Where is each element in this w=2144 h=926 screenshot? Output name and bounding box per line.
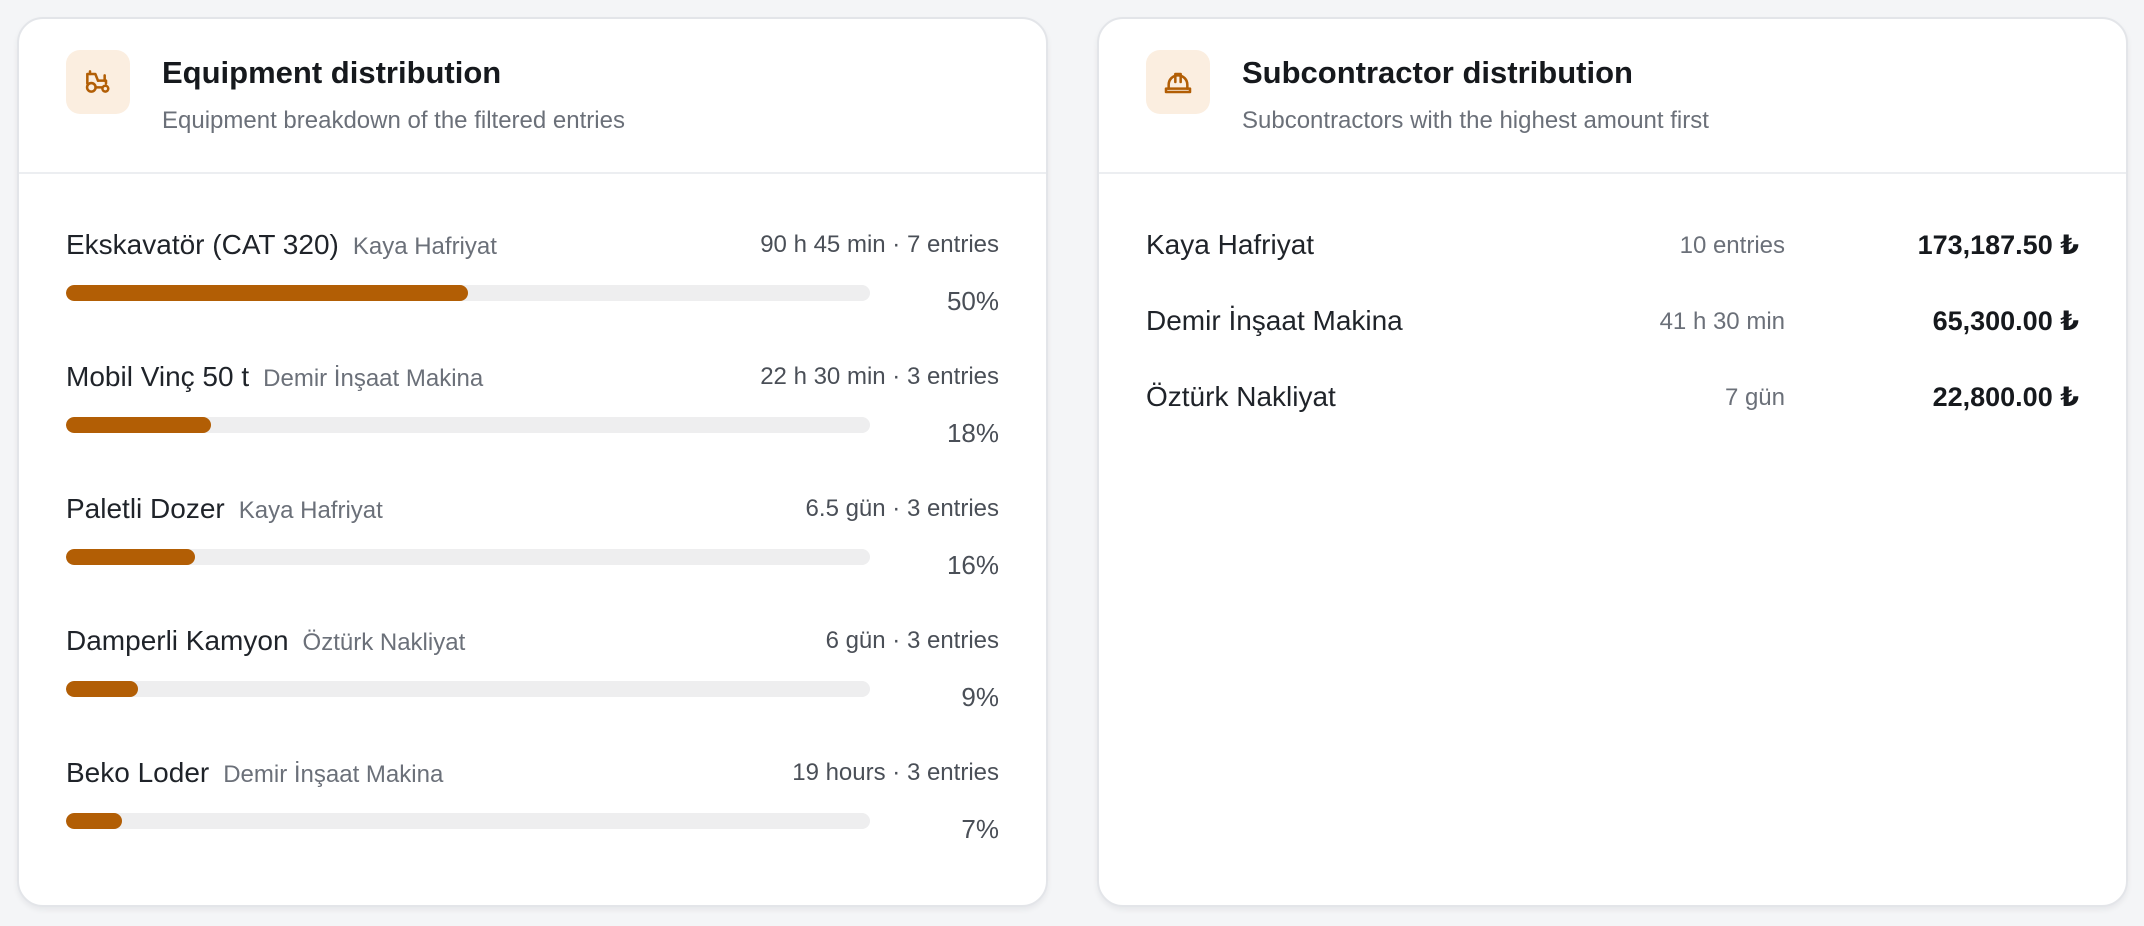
equipment-row: Mobil Vinç 50 t Demir İnşaat Makina 22 h …	[66, 361, 999, 493]
subcontractor-row: Demir İnşaat Makina 41 h 30 min 65,300.0…	[1146, 305, 2079, 381]
subcontractor-row: Kaya Hafriyat 10 entries 173,187.50 ₺	[1146, 229, 2079, 305]
equipment-meta: 90 h 45 min · 7 entries	[760, 231, 999, 258]
equipment-progress-fill	[66, 813, 123, 829]
equipment-subcontractor: Demir İnşaat Makina	[223, 761, 444, 788]
equipment-progress-track	[66, 285, 870, 301]
equipment-meta: 6 gün · 3 entries	[825, 627, 999, 654]
equipment-list: Ekskavatör (CAT 320) Kaya Hafriyat 90 h 4…	[19, 174, 1046, 889]
equipment-card-subtitle: Equipment breakdown of the filtered entr…	[162, 107, 625, 134]
equipment-name: Beko Loder	[66, 757, 210, 788]
subcontractor-name: Kaya Hafriyat	[1146, 229, 1315, 260]
equipment-subcontractor: Demir İnşaat Makina	[263, 365, 484, 392]
subcontractor-amount: 65,300.00 ₺	[1932, 306, 2079, 336]
equipment-subcontractor: Öztürk Nakliyat	[302, 629, 466, 656]
subcontractor-distribution-card: Subcontractor distribution Subcontractor…	[1097, 17, 2128, 907]
subcontractor-amount: 173,187.50 ₺	[1917, 230, 2079, 260]
subcontractor-name: Öztürk Nakliyat	[1146, 381, 1336, 412]
subcontractor-row: Öztürk Nakliyat 7 gün 22,800.00 ₺	[1146, 381, 2079, 457]
equipment-progress-fill	[66, 285, 468, 301]
equipment-progress-track	[66, 549, 870, 565]
equipment-distribution-card: Equipment distribution Equipment breakdo…	[17, 17, 1048, 907]
subcontractor-name: Demir İnşaat Makina	[1146, 305, 1403, 336]
subcontractor-card-subtitle: Subcontractors with the highest amount f…	[1242, 107, 1709, 134]
equipment-subcontractor: Kaya Hafriyat	[238, 497, 383, 524]
subcontractor-card-header: Subcontractor distribution Subcontractor…	[1099, 19, 2126, 174]
equipment-card-header: Equipment distribution Equipment breakdo…	[19, 19, 1046, 174]
equipment-name: Ekskavatör (CAT 320)	[66, 229, 339, 260]
equipment-row: Damperli Kamyon Öztürk Nakliyat 6 gün · 3…	[66, 625, 999, 757]
equipment-progress-track	[66, 681, 870, 697]
equipment-progress-fill	[66, 549, 195, 565]
equipment-row: Beko Loder Demir İnşaat Makina 19 hours ·…	[66, 757, 999, 889]
equipment-percent: 7%	[961, 814, 999, 844]
equipment-meta: 6.5 gün · 3 entries	[805, 495, 999, 522]
subcontractor-amount: 22,800.00 ₺	[1932, 382, 2079, 412]
equipment-name: Paletli Dozer	[66, 493, 225, 524]
subcontractor-count: 7 gün	[1724, 384, 1785, 411]
equipment-row: Paletli Dozer Kaya Hafriyat 6.5 gün · 3 e…	[66, 493, 999, 625]
subcontractor-count: 10 entries	[1679, 232, 1785, 259]
equipment-name: Mobil Vinç 50 t	[66, 361, 250, 392]
equipment-percent: 16%	[946, 550, 999, 580]
subcontractor-count: 41 h 30 min	[1659, 308, 1785, 335]
equipment-progress-track	[66, 813, 870, 829]
equipment-progress-fill	[66, 417, 211, 433]
equipment-row: Ekskavatör (CAT 320) Kaya Hafriyat 90 h 4…	[66, 229, 999, 361]
equipment-percent: 18%	[946, 418, 999, 448]
equipment-name: Damperli Kamyon	[66, 625, 289, 656]
hard-hat-icon	[1146, 50, 1210, 114]
equipment-percent: 9%	[961, 682, 999, 712]
equipment-progress-track	[66, 417, 870, 433]
tractor-icon	[66, 50, 130, 114]
equipment-progress-fill	[66, 681, 139, 697]
equipment-subcontractor: Kaya Hafriyat	[352, 233, 497, 260]
equipment-card-title: Equipment distribution	[162, 55, 502, 90]
equipment-meta: 22 h 30 min · 3 entries	[760, 363, 999, 390]
subcontractor-card-title: Subcontractor distribution	[1242, 55, 1633, 90]
subcontractor-list: Kaya Hafriyat 10 entries 173,187.50 ₺ De…	[1099, 174, 2126, 457]
equipment-percent: 50%	[946, 286, 999, 316]
equipment-meta: 19 hours · 3 entries	[792, 759, 999, 786]
